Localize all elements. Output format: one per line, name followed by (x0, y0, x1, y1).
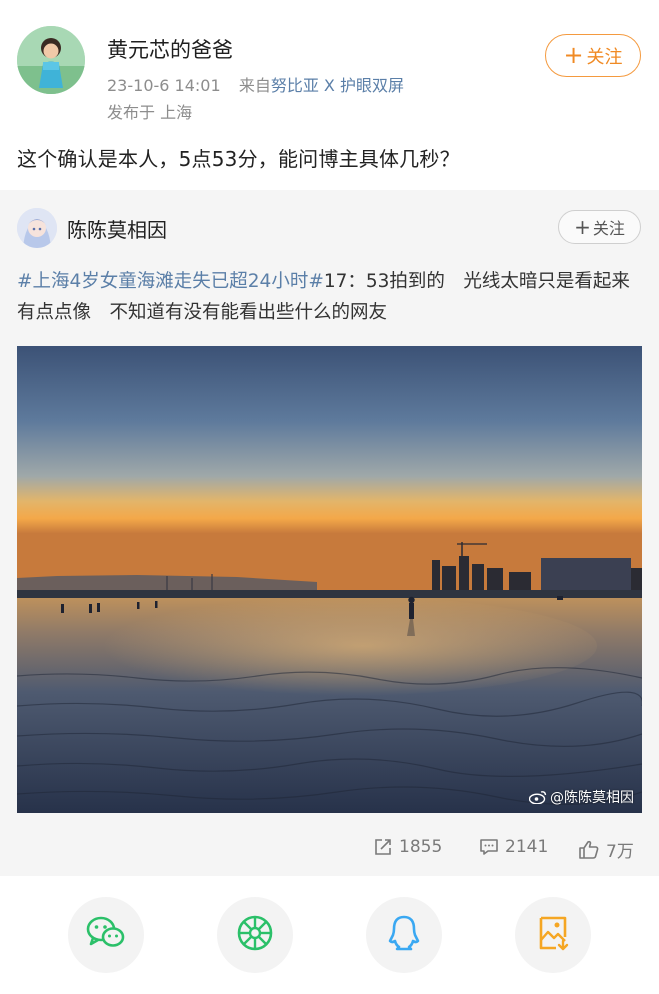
share-wechat-button[interactable] (68, 897, 144, 973)
repost-card[interactable]: 陈陈莫相因 + 关注 #上海4岁女童海滩走失已超24小时#17：53拍到的 光线… (0, 190, 659, 876)
repost-count[interactable]: 1855 (373, 837, 442, 857)
like-count-value: 7万 (606, 842, 634, 862)
plus-icon: + (563, 40, 584, 69)
save-image-icon (536, 915, 570, 955)
hashtag-link[interactable]: #上海4岁女童海滩走失已超24小时# (17, 271, 324, 292)
post-text: 这个确认是本人，5点53分，能问博主具体几秒？ (17, 147, 460, 171)
repost-text: #上海4岁女童海滩走失已超24小时#17：53拍到的 光线太暗只是看起来有点点像… (17, 266, 642, 328)
beach-sunset-image (17, 346, 642, 813)
comment-count[interactable]: 2141 (479, 837, 548, 857)
photo-watermark: @陈陈莫相因 (529, 787, 634, 807)
repost-count-value: 1855 (399, 837, 443, 857)
weibo-logo-icon (529, 790, 547, 804)
follow-button[interactable]: + 关注 (545, 34, 641, 77)
repost-follow-button[interactable]: + 关注 (558, 210, 641, 244)
save-image-button[interactable] (515, 897, 591, 973)
comment-icon (479, 837, 499, 857)
watermark-text: @陈陈莫相因 (550, 790, 634, 806)
post-location: 发布于 上海 (107, 103, 193, 122)
qq-icon (387, 914, 421, 956)
post-photo[interactable]: @陈陈莫相因 (17, 346, 642, 813)
moments-icon (236, 914, 274, 956)
post-date: 23-10-6 14:01 (107, 76, 221, 95)
post-meta: 23-10-6 14:01 来自努比亚 X 护眼双屏 (107, 72, 404, 96)
repost-follow-label: 关注 (592, 219, 625, 238)
author-name[interactable]: 黄元芯的爸爸 (107, 34, 233, 64)
repost-avatar[interactable] (17, 208, 57, 248)
post-header: 黄元芯的爸爸 23-10-6 14:01 来自努比亚 X 护眼双屏 发布于 上海… (0, 0, 659, 190)
plus-icon: + (574, 214, 591, 239)
share-qq-button[interactable] (366, 897, 442, 973)
share-arrow-icon (373, 837, 393, 857)
wechat-icon (86, 915, 126, 955)
source-device[interactable]: 努比亚 X 护眼双屏 (271, 76, 404, 95)
share-moments-button[interactable] (217, 897, 293, 973)
comment-count-value: 2141 (505, 837, 549, 857)
repost-stats: 1855 2141 7万 (0, 835, 659, 865)
source-prefix: 来自 (238, 76, 271, 95)
repost-author-name[interactable]: 陈陈莫相因 (67, 214, 167, 243)
follow-label: 关注 (586, 46, 623, 68)
avatar[interactable] (17, 26, 85, 94)
share-bar (0, 876, 659, 994)
like-count[interactable]: 7万 (578, 837, 634, 862)
thumbs-up-icon (578, 840, 600, 860)
